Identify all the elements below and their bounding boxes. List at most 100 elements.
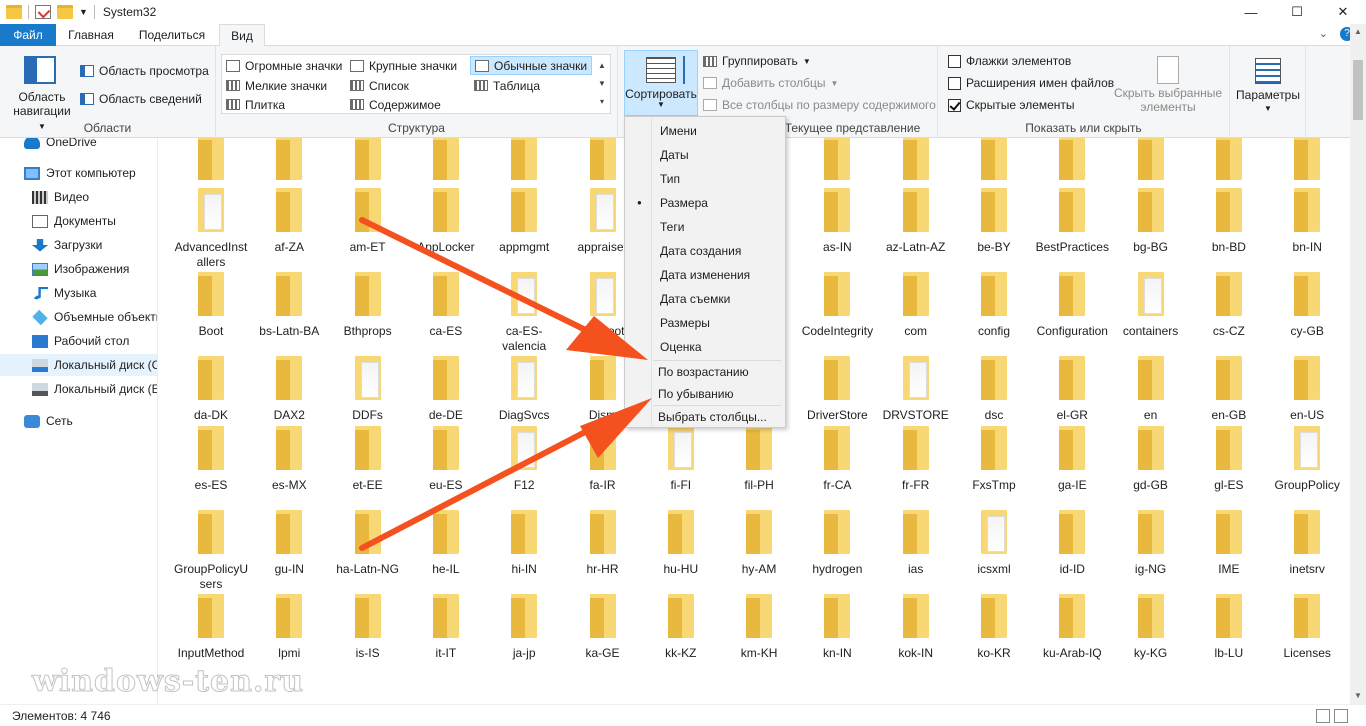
folder-item[interactable]: DiagSvcs: [485, 356, 563, 423]
folder-item[interactable]: af-ZA: [250, 188, 328, 255]
folder-item[interactable]: en: [1112, 356, 1190, 423]
folder-item[interactable]: 3082: [1268, 138, 1346, 183]
folder-item[interactable]: lb-LU: [1190, 594, 1268, 661]
folder-item[interactable]: gd-GB: [1112, 426, 1190, 493]
tab-view[interactable]: Вид: [219, 24, 265, 47]
folder-item[interactable]: el-GR: [1033, 356, 1111, 423]
folder-item[interactable]: DDFs: [329, 356, 407, 423]
chevron-down-icon[interactable]: ⌄: [1319, 27, 1328, 41]
folder-item[interactable]: es-ES: [172, 426, 250, 493]
layout-normal-icons[interactable]: Обычные значки: [470, 56, 593, 75]
tab-file[interactable]: Файл: [0, 24, 56, 46]
folder-item[interactable]: kn-IN: [798, 594, 876, 661]
folder-item[interactable]: ku-Arab-IQ: [1033, 594, 1111, 661]
vertical-scrollbar[interactable]: ▲ ▼: [1350, 24, 1366, 704]
folder-item[interactable]: lpmi: [250, 594, 328, 661]
folder-item[interactable]: DRVSTORE: [877, 356, 955, 423]
file-extensions-checkbox[interactable]: [948, 76, 961, 90]
folder-item[interactable]: gl-ES: [1190, 426, 1268, 493]
folder-item[interactable]: 1031: [407, 138, 485, 183]
folder-item[interactable]: 0409: [172, 138, 250, 183]
folder-item[interactable]: com: [877, 272, 955, 339]
tab-home[interactable]: Главная: [56, 24, 126, 46]
folder-item[interactable]: DriverStore: [798, 356, 876, 423]
nav-item-disk-c[interactable]: Локальный диск (C:): [0, 354, 157, 376]
folder-item[interactable]: ias: [877, 510, 955, 577]
folder-item[interactable]: 1028: [250, 138, 328, 183]
folder-item[interactable]: IME: [1190, 510, 1268, 577]
folder-item[interactable]: inetsrv: [1268, 510, 1346, 577]
folder-item[interactable]: en-GB: [1190, 356, 1268, 423]
folder-item[interactable]: he-IL: [407, 510, 485, 577]
sort-menu-item[interactable]: Размеры: [625, 311, 785, 335]
large-icons-view-icon[interactable]: [1334, 709, 1348, 723]
folder-item[interactable]: ig-NG: [1112, 510, 1190, 577]
folder-item[interactable]: it-IT: [407, 594, 485, 661]
folder-item[interactable]: fr-FR: [877, 426, 955, 493]
sort-menu-item[interactable]: Тип: [625, 167, 785, 191]
folder-item[interactable]: config: [955, 272, 1033, 339]
sort-menu-item[interactable]: Дата создания: [625, 239, 785, 263]
folder-item[interactable]: 1045: [877, 138, 955, 183]
preview-pane-button[interactable]: Область просмотра: [80, 62, 209, 80]
folder-item[interactable]: ja-jp: [485, 594, 563, 661]
folder-item[interactable]: Boot: [172, 272, 250, 339]
layout-small-icons[interactable]: Мелкие значки: [226, 76, 327, 95]
folder-item[interactable]: am-ET: [329, 188, 407, 255]
add-columns-button[interactable]: Добавить столбцы ▼: [703, 74, 838, 92]
layout-list[interactable]: Список: [350, 76, 409, 95]
folder-item[interactable]: fa-IR: [564, 426, 642, 493]
nav-item-desktop[interactable]: Рабочий стол: [0, 330, 157, 352]
folder-item[interactable]: km-KH: [720, 594, 798, 661]
sort-descending-item[interactable]: По убыванию: [625, 382, 785, 406]
folder-item[interactable]: bn-IN: [1268, 188, 1346, 255]
nav-item-pictures[interactable]: Изображения: [0, 258, 157, 280]
maximize-button[interactable]: ☐: [1274, 0, 1320, 24]
folder-item[interactable]: cs-CZ: [1190, 272, 1268, 339]
folder-item[interactable]: az-Latn-AZ: [877, 188, 955, 255]
folder-item[interactable]: ca-ES-valencia: [485, 272, 563, 354]
layout-content[interactable]: Содержимое: [350, 95, 441, 114]
hide-selected-button[interactable]: Скрыть выбранные элементы: [1110, 52, 1226, 114]
hidden-items-toggle[interactable]: Скрытые элементы: [948, 96, 1075, 114]
folder-item[interactable]: AdvancedInstallers: [172, 188, 250, 270]
sort-ascending-item[interactable]: По возрастанию: [625, 360, 785, 384]
choose-columns-item[interactable]: Выбрать столбцы...: [625, 405, 785, 429]
properties-icon[interactable]: [35, 5, 51, 19]
folder-item[interactable]: 1033: [485, 138, 563, 183]
folder-item[interactable]: bs-Latn-BA: [250, 272, 328, 339]
folder-item[interactable]: icsxml: [955, 510, 1033, 577]
nav-item-network[interactable]: Сеть: [0, 410, 157, 432]
chevron-down-icon[interactable]: ▼: [79, 7, 88, 17]
sort-menu-item[interactable]: Размера: [625, 191, 785, 215]
sort-menu-item[interactable]: Дата съемки: [625, 287, 785, 311]
folder-item[interactable]: es-MX: [250, 426, 328, 493]
folder-item[interactable]: 2052: [1190, 138, 1268, 183]
folder-item[interactable]: dsc: [955, 356, 1033, 423]
folder-item[interactable]: 1029: [329, 138, 407, 183]
sort-menu-item[interactable]: Дата изменения: [625, 263, 785, 287]
folder-item[interactable]: F12: [485, 426, 563, 493]
folder-item[interactable]: ca-ES: [407, 272, 485, 339]
folder-item[interactable]: appmgmt: [485, 188, 563, 255]
folder-item[interactable]: hydrogen: [798, 510, 876, 577]
folder-item[interactable]: Bthprops: [329, 272, 407, 339]
folder-item[interactable]: as-IN: [798, 188, 876, 255]
hidden-items-checkbox[interactable]: [948, 98, 961, 112]
folder-item[interactable]: fil-PH: [720, 426, 798, 493]
folder-item[interactable]: ky-KG: [1112, 594, 1190, 661]
nav-item-disk-e[interactable]: Локальный диск (E:): [0, 378, 157, 400]
nav-item-documents[interactable]: Документы: [0, 210, 157, 232]
folder-item[interactable]: fi-FI: [642, 426, 720, 493]
nav-item-video[interactable]: Видео: [0, 186, 157, 208]
folder-item[interactable]: hu-HU: [642, 510, 720, 577]
file-extensions-toggle[interactable]: Расширения имен файлов: [948, 74, 1114, 92]
folder-item[interactable]: fr-CA: [798, 426, 876, 493]
folder-item[interactable]: et-EE: [329, 426, 407, 493]
tab-share[interactable]: Поделиться: [126, 24, 218, 46]
folder-item[interactable]: cy-GB: [1268, 272, 1346, 339]
folder-item[interactable]: eu-ES: [407, 426, 485, 493]
folder-item[interactable]: GroupPolicy: [1268, 426, 1346, 493]
folder-item[interactable]: ka-GE: [564, 594, 642, 661]
folder-item[interactable]: bn-BD: [1190, 188, 1268, 255]
